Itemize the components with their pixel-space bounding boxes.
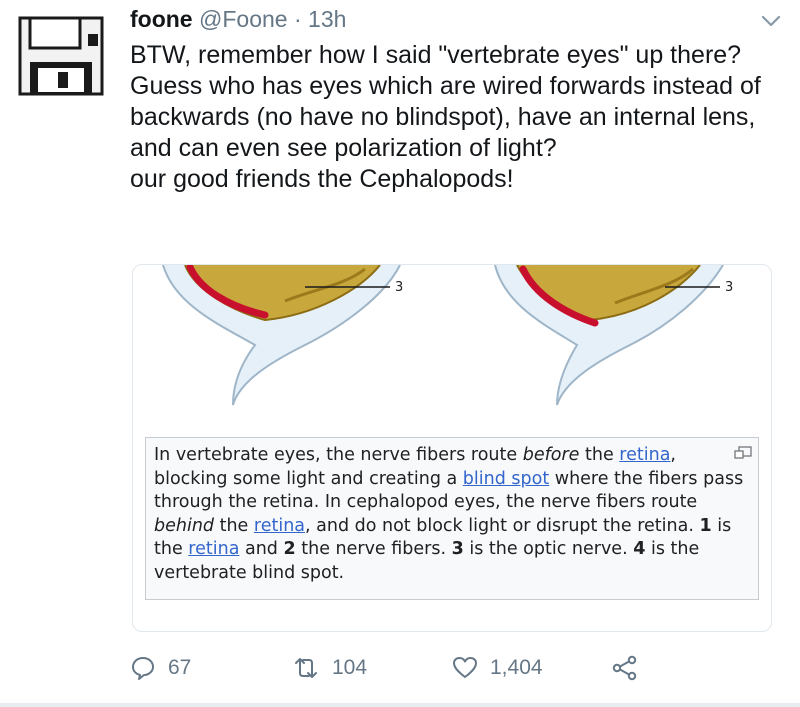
reply-count: 67 bbox=[168, 656, 192, 679]
like-count: 1,404 bbox=[490, 656, 543, 679]
label-optic-nerve: 3 bbox=[725, 280, 733, 295]
floppy-disk-icon bbox=[18, 16, 104, 96]
tweet-line: BTW, remember how I said "vertebrate eye… bbox=[130, 41, 742, 69]
separator-dot: · bbox=[293, 6, 302, 32]
reply-icon bbox=[132, 657, 154, 680]
retweet-button[interactable]: 104 bbox=[292, 650, 367, 686]
reply-button[interactable]: 67 bbox=[130, 650, 191, 686]
retweet-icon bbox=[295, 658, 317, 678]
share-button[interactable] bbox=[612, 650, 650, 686]
author-handle[interactable]: @Foone bbox=[199, 6, 288, 32]
chevron-down-icon bbox=[761, 15, 781, 27]
retina-link[interactable]: retina bbox=[619, 445, 670, 465]
cephalopod-eye-illustration: 3 bbox=[494, 265, 733, 406]
image-caption: In vertebrate eyes, the nerve fibers rou… bbox=[145, 437, 759, 600]
retina-link[interactable]: retina bbox=[188, 539, 239, 559]
tweet-line: Guess who has eyes which are wired forwa… bbox=[130, 72, 761, 162]
divider bbox=[0, 703, 800, 707]
tweet-menu-button[interactable] bbox=[758, 8, 784, 34]
like-button[interactable]: 1,404 bbox=[452, 650, 543, 686]
label-optic-nerve: 3 bbox=[395, 280, 403, 295]
retweet-count: 104 bbox=[332, 656, 368, 679]
vertebrate-eye-illustration: 3 bbox=[162, 265, 403, 406]
heart-icon bbox=[453, 657, 477, 678]
tweet-line: our good friends the Cephalopods! bbox=[130, 165, 514, 193]
tweet-text: BTW, remember how I said "vertebrate eye… bbox=[130, 40, 790, 195]
magnify-icon[interactable] bbox=[734, 446, 752, 460]
eye-diagram: 3 3 bbox=[145, 265, 767, 437]
blind-spot-link[interactable]: blind spot bbox=[463, 469, 549, 489]
share-icon bbox=[612, 655, 637, 681]
media-card[interactable]: 3 3 In vertebrate eyes, the nerve fibers… bbox=[132, 264, 772, 632]
tweet-timestamp[interactable]: 13h bbox=[308, 6, 346, 32]
retina-link[interactable]: retina bbox=[254, 516, 305, 536]
tweet-actions: 67 104 1,404 bbox=[130, 650, 790, 686]
avatar[interactable] bbox=[18, 12, 104, 98]
tweet-header: foone @Foone · 13h bbox=[130, 4, 346, 34]
author-name[interactable]: foone bbox=[130, 6, 193, 32]
